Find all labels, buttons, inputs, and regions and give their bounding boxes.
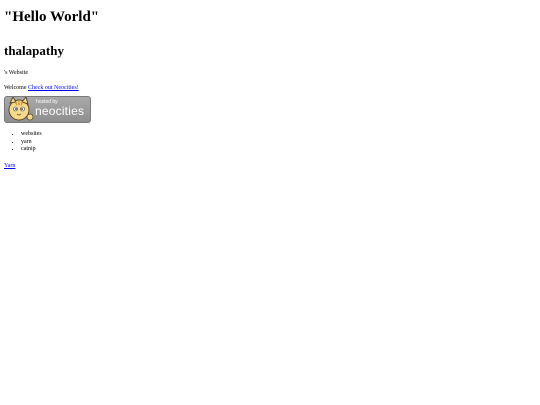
list-item: websites: [21, 131, 536, 139]
welcome-line: Welcome Check out Neocities!: [4, 77, 536, 92]
name-heading: thalapathy: [4, 43, 64, 58]
list-item: yarn: [21, 139, 536, 147]
yarn-paragraph: Yarn: [4, 154, 536, 170]
neocities-cat-icon: [8, 97, 34, 121]
yarn-link[interactable]: Yarn: [4, 163, 15, 169]
hosted-by-neocities-badge[interactable]: hosted by neocities: [4, 96, 91, 123]
neocities-link[interactable]: Check out Neocities!: [28, 85, 79, 91]
page-content: "Hello World" thalapathy 's Website Welc…: [0, 0, 540, 170]
list-item: catnip: [21, 146, 536, 154]
interests-list: websites yarn catnip: [4, 123, 536, 154]
welcome-text: Welcome: [4, 85, 29, 91]
website-subtitle: 's Website: [4, 70, 28, 76]
neocities-wordmark: neocities: [35, 104, 85, 118]
hello-heading: "Hello World": [4, 9, 100, 25]
